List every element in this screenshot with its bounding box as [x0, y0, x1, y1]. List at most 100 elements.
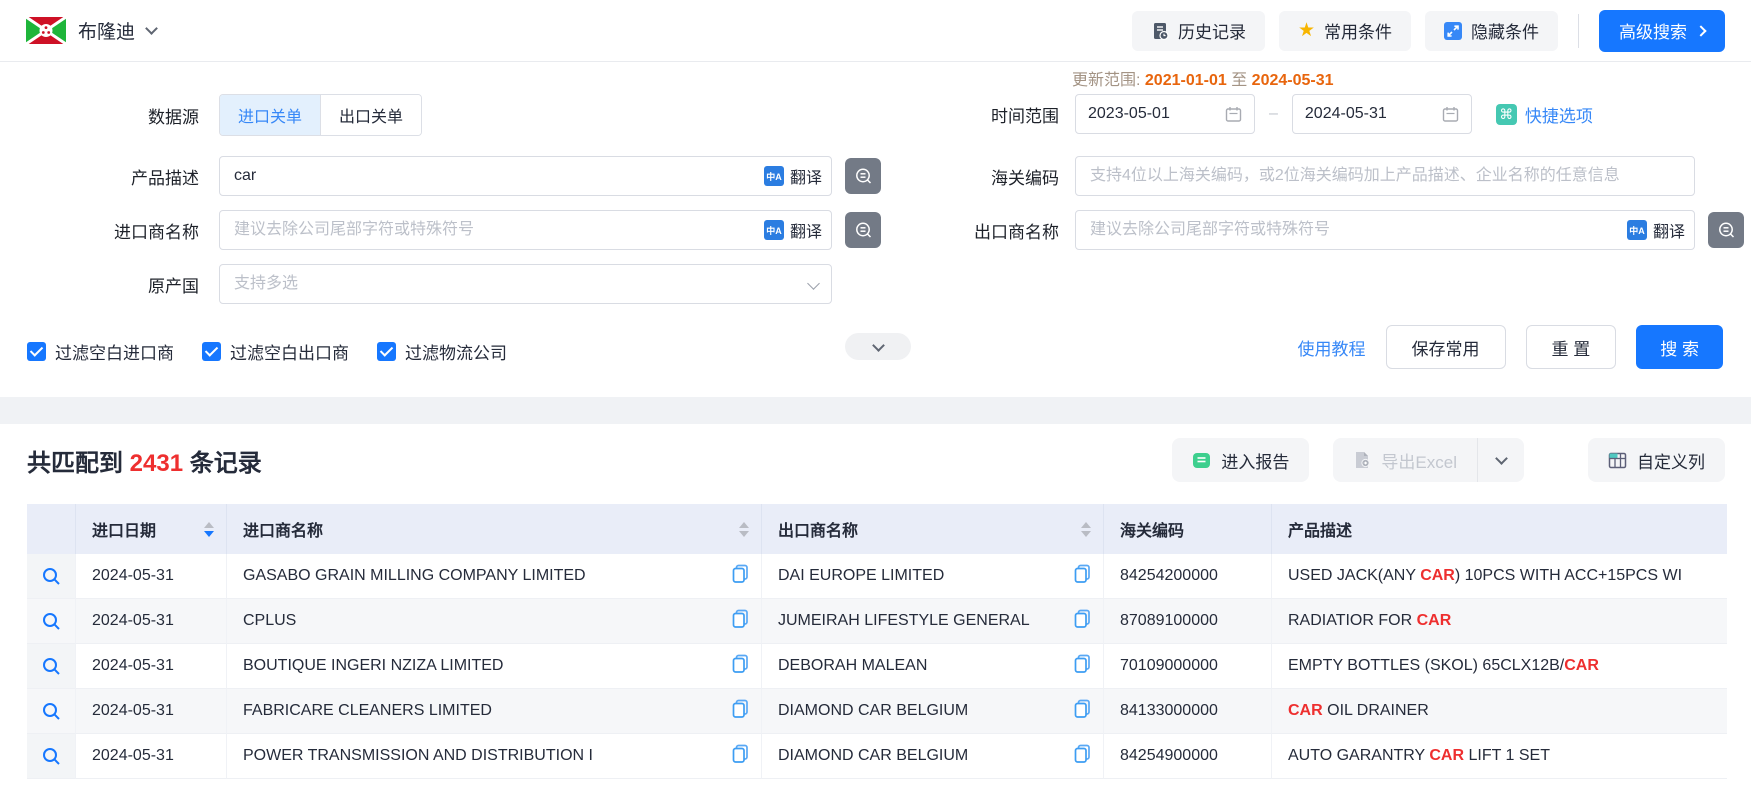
translate-button[interactable]: 中A 翻译 [764, 156, 822, 196]
date-separator: – [1269, 105, 1278, 123]
hs-code-input[interactable] [1075, 156, 1695, 196]
reset-button[interactable]: 重 置 [1526, 325, 1617, 369]
hide-conditions-label: 隐藏条件 [1471, 18, 1539, 43]
copy-icon [732, 564, 749, 583]
row-search-icon [42, 612, 61, 631]
importer-input[interactable] [219, 210, 832, 250]
sort-import-date[interactable] [204, 522, 214, 537]
match-mode-toggle[interactable] [845, 158, 881, 194]
cell-import-date: 2024-05-31 [76, 734, 227, 779]
table-row: 2024-05-31POWER TRANSMISSION AND DISTRIB… [27, 734, 1727, 779]
copy-exporter-button[interactable] [1064, 609, 1091, 633]
quick-options-button[interactable]: ⌘ 快捷选项 [1496, 102, 1593, 127]
copy-importer-button[interactable] [722, 609, 749, 633]
tab-import-declarations[interactable]: 进口关单 [220, 95, 320, 135]
sort-exporter-name[interactable] [1081, 522, 1091, 537]
table-body: 2024-05-31GASABO GRAIN MILLING COMPANY L… [27, 554, 1727, 779]
header-search-column [27, 504, 76, 554]
cell-hs-code: 84254200000 [1104, 554, 1272, 599]
match-mode-toggle[interactable] [845, 212, 881, 248]
cell-import-date: 2024-05-31 [76, 644, 227, 689]
burundi-flag-icon [26, 17, 66, 44]
copy-icon [1074, 744, 1091, 763]
country-selector[interactable]: 布隆迪 [26, 17, 156, 44]
origin-country-input[interactable] [219, 264, 832, 304]
tab-export-declarations[interactable]: 出口关单 [320, 95, 421, 135]
table-row: 2024-05-31GASABO GRAIN MILLING COMPANY L… [27, 554, 1727, 599]
copy-importer-button[interactable] [722, 744, 749, 768]
top-bar: 布隆迪 历史记录 ★ 常用条件 [0, 0, 1751, 62]
copy-exporter-button[interactable] [1064, 699, 1091, 723]
row-detail-button[interactable] [27, 644, 76, 689]
favorites-button[interactable]: ★ 常用条件 [1279, 11, 1411, 51]
search-button[interactable]: 搜 索 [1636, 325, 1723, 369]
row-detail-button[interactable] [27, 554, 76, 599]
copy-importer-button[interactable] [722, 654, 749, 678]
chevron-down-icon [1495, 452, 1508, 465]
checkbox-filter-logistics[interactable]: 过滤物流公司 [377, 339, 507, 364]
row-detail-button[interactable] [27, 599, 76, 644]
exporter-input[interactable] [1075, 210, 1695, 250]
search-form: 更新范围: 2021-01-01 至 2024-05-31 数据源 进口关单 出… [0, 62, 1751, 397]
copy-importer-button[interactable] [722, 699, 749, 723]
copy-exporter-button[interactable] [1064, 564, 1091, 588]
translate-button[interactable]: 中A 翻译 [1627, 210, 1685, 250]
cell-importer-name: CPLUS [227, 599, 762, 644]
copy-icon [1074, 699, 1091, 718]
copy-icon [1074, 564, 1091, 583]
cell-importer-name: FABRICARE CLEANERS LIMITED [227, 689, 762, 734]
end-date-field[interactable]: 2024-05-31 [1292, 94, 1472, 134]
translate-button[interactable]: 中A 翻译 [764, 210, 822, 250]
header-importer-name: 进口商名称 [227, 504, 762, 554]
cell-exporter-name: JUMEIRAH LIFESTYLE GENERAL [762, 599, 1104, 644]
table-row: 2024-05-31BOUTIQUE INGERI NZIZA LIMITEDD… [27, 644, 1727, 689]
copy-exporter-button[interactable] [1064, 744, 1091, 768]
country-name: 布隆迪 [78, 17, 135, 44]
match-mode-icon [854, 167, 873, 186]
advanced-search-button[interactable]: 高级搜索 [1599, 10, 1725, 52]
origin-country-select[interactable] [219, 264, 832, 304]
cell-product-desc: RADIATIOR FOR CAR [1272, 599, 1727, 644]
product-desc-label: 产品描述 [0, 164, 199, 189]
translate-icon: 中A [764, 220, 784, 240]
expand-conditions-button[interactable] [845, 333, 911, 360]
row-search-icon [42, 747, 61, 766]
hide-conditions-button[interactable]: 隐藏条件 [1425, 11, 1558, 51]
copy-exporter-button[interactable] [1064, 654, 1091, 678]
match-mode-icon [854, 221, 873, 240]
checkbox-filter-blank-exporter[interactable]: 过滤空白出口商 [202, 339, 349, 364]
sort-importer-name[interactable] [739, 522, 749, 537]
copy-icon [1074, 654, 1091, 673]
save-favorite-button[interactable]: 保存常用 [1386, 325, 1506, 369]
copy-importer-button[interactable] [722, 564, 749, 588]
row-detail-button[interactable] [27, 734, 76, 779]
row-search-icon [42, 657, 61, 676]
cell-hs-code: 84133000000 [1104, 689, 1272, 734]
cell-exporter-name: DIAMOND CAR BELGIUM [762, 734, 1104, 779]
table-header-row: 进口日期 进口商名称 出口商名称 海关编码 产品描 [27, 504, 1727, 554]
cell-hs-code: 84254900000 [1104, 734, 1272, 779]
tutorial-link[interactable]: 使用教程 [1298, 335, 1366, 360]
data-source-tabs: 进口关单 出口关单 [219, 94, 422, 136]
match-mode-toggle[interactable] [1708, 212, 1744, 248]
update-range-to: 2024-05-31 [1252, 72, 1334, 89]
cell-product-desc: CAR OIL DRAINER [1272, 689, 1727, 734]
cell-hs-code: 87089100000 [1104, 599, 1272, 644]
custom-columns-button[interactable]: 自定义列 [1588, 438, 1725, 482]
cell-product-desc: AUTO GARANTRY CAR LIFT 1 SET [1272, 734, 1727, 779]
row-detail-button[interactable] [27, 689, 76, 734]
checkbox-filter-blank-importer[interactable]: 过滤空白进口商 [27, 339, 174, 364]
start-date-field[interactable]: 2023-05-01 [1075, 94, 1255, 134]
product-desc-input[interactable] [219, 156, 832, 196]
export-options-button[interactable] [1478, 438, 1524, 482]
table-row: 2024-05-31FABRICARE CLEANERS LIMITEDDIAM… [27, 689, 1727, 734]
cell-import-date: 2024-05-31 [76, 599, 227, 644]
enter-report-button[interactable]: 进入报告 [1172, 438, 1309, 482]
checkbox-checked-icon [27, 342, 46, 361]
cell-importer-name: POWER TRANSMISSION AND DISTRIBUTION I [227, 734, 762, 779]
update-range-from: 2021-01-01 [1145, 72, 1227, 89]
cell-importer-name: GASABO GRAIN MILLING COMPANY LIMITED [227, 554, 762, 599]
history-button[interactable]: 历史记录 [1132, 11, 1265, 51]
export-excel-button[interactable]: 导出Excel [1333, 438, 1478, 482]
custom-columns-label: 自定义列 [1637, 448, 1705, 473]
